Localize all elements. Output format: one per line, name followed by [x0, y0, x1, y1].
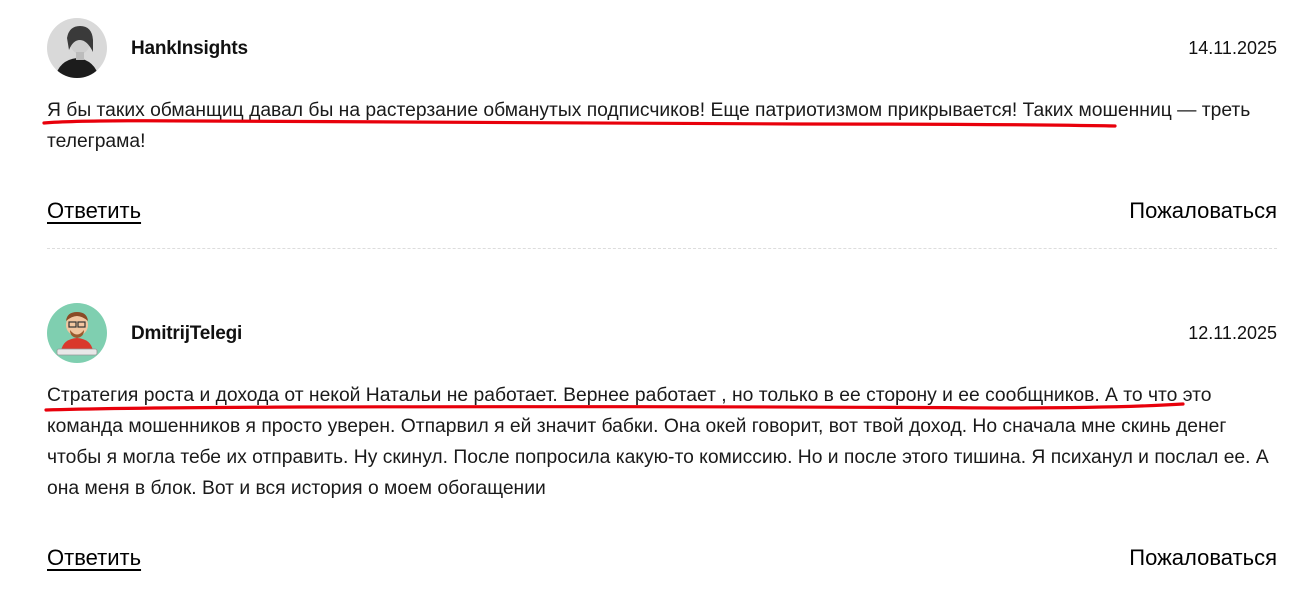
cartoon-avatar-icon: [47, 303, 107, 363]
red-underline-annotations: [42, 119, 1185, 412]
comment-text: Стратегия роста и дохода от некой Наталь…: [47, 385, 1269, 499]
comment-author[interactable]: DmitrijTelegi: [131, 323, 242, 345]
comment-author[interactable]: HankInsights: [131, 38, 248, 60]
reply-link[interactable]: Ответить: [47, 545, 141, 571]
comment-date: 14.11.2025: [1188, 38, 1277, 58]
user-photo-avatar-icon: [47, 18, 107, 78]
comment-divider: [47, 248, 1277, 249]
avatar[interactable]: [47, 18, 107, 78]
reply-link[interactable]: Ответить: [47, 198, 141, 224]
report-link[interactable]: Пожаловаться: [1129, 545, 1277, 571]
comment-date: 12.11.2025: [1188, 323, 1277, 343]
avatar[interactable]: [47, 303, 107, 363]
comment-text: Я бы таких обманщиц давал бы на растерза…: [47, 100, 1251, 152]
report-link[interactable]: Пожаловаться: [1129, 198, 1277, 224]
